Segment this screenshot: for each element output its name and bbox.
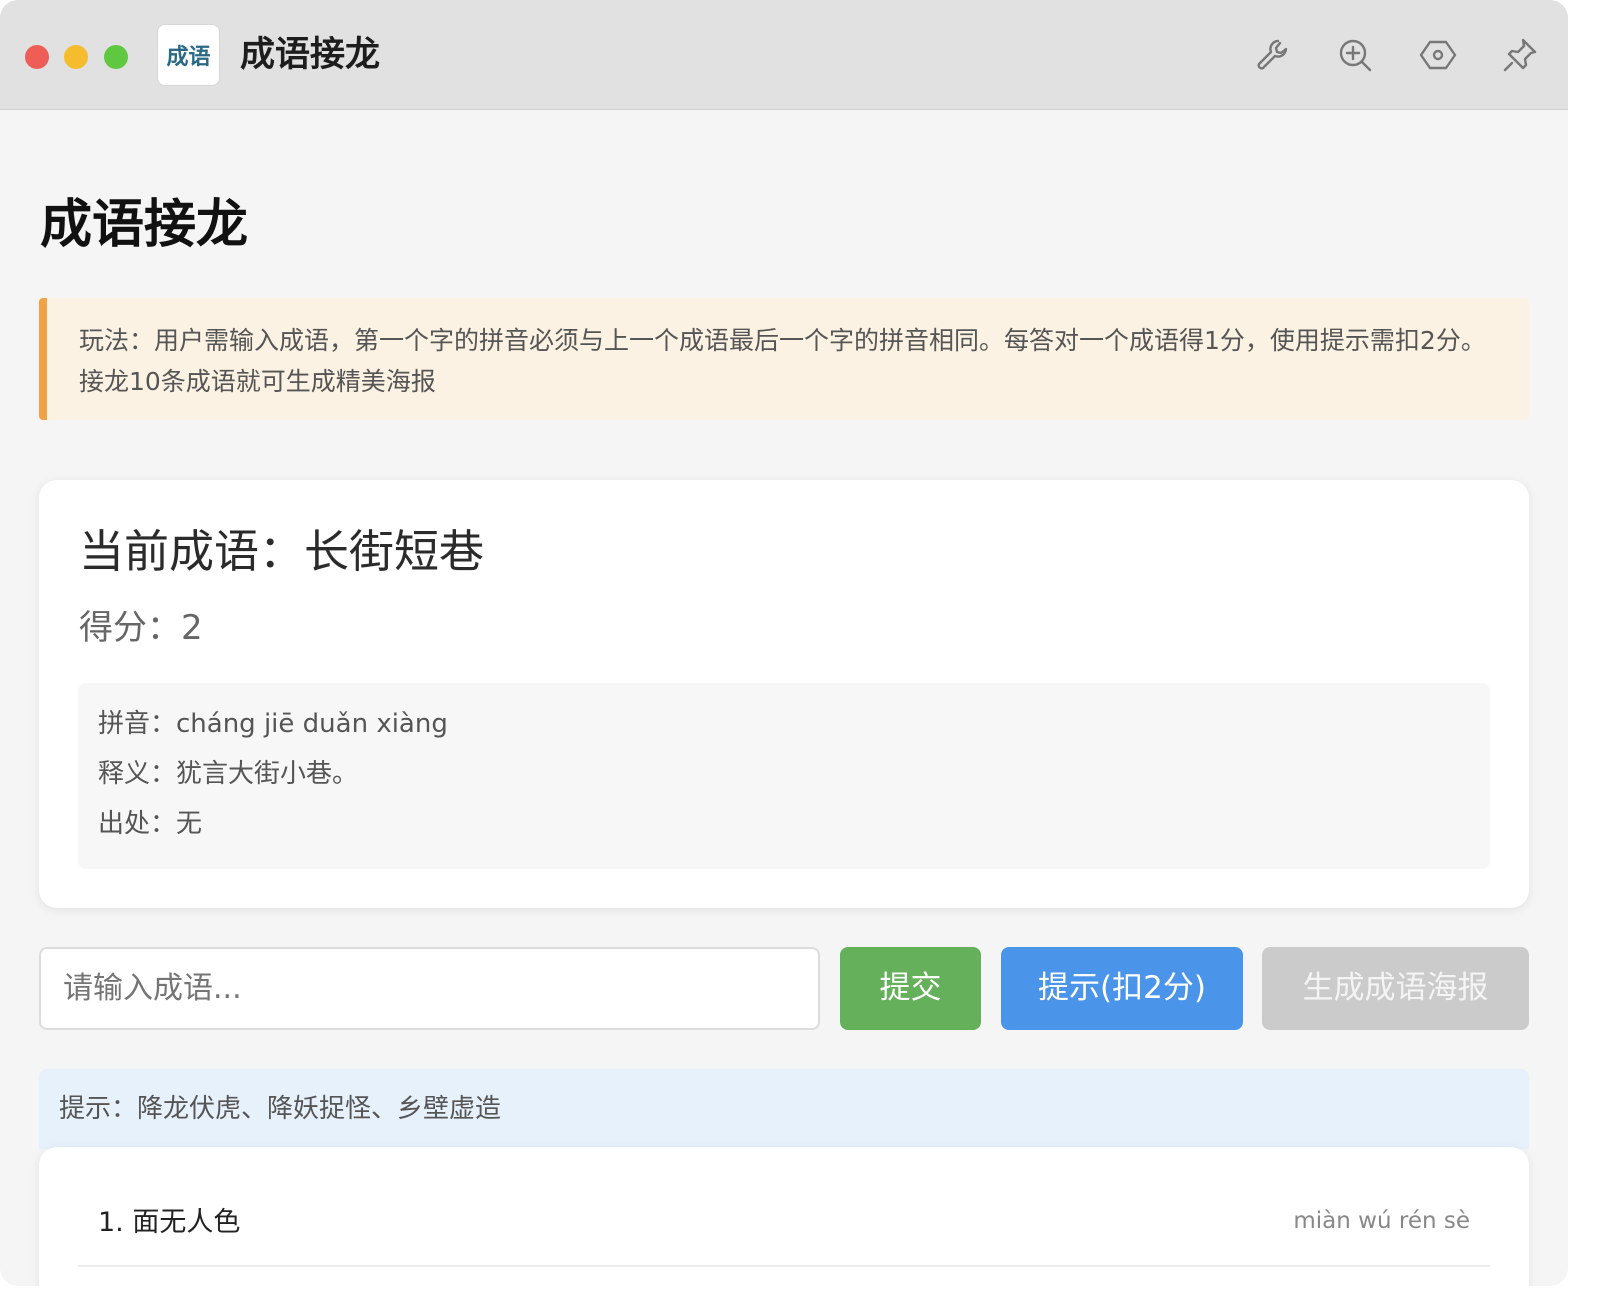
minimize-window-button[interactable] (64, 45, 88, 69)
pin-icon[interactable] (1500, 35, 1540, 75)
history-list: 1. 面无人色 miàn wú rén sè (39, 1147, 1529, 1286)
current-idiom: 当前成语：长街短巷 (79, 525, 485, 578)
pinyin-line: 拼音：cháng jiē duǎn xiàng (98, 709, 448, 739)
rules-notice: 玩法：用户需输入成语，第一个字的拼音必须与上一个成语最后一个字的拼音相同。每答对… (39, 298, 1529, 420)
title-bar: 成语 成语接龙 (0, 0, 1568, 110)
page-title: 成语接龙 (40, 195, 249, 255)
wrench-icon[interactable] (1253, 35, 1293, 75)
idiom-detail-panel: 拼音：cháng jiē duǎn xiàng 释义：犹言大街小巷。 出处：无 (78, 683, 1490, 869)
history-idiom: 1. 面无人色 (98, 1207, 241, 1238)
score-display: 得分：2 (79, 608, 203, 648)
app-logo-text: 成语 (166, 44, 211, 70)
source-line: 出处：无 (98, 809, 203, 839)
hexagon-settings-icon[interactable] (1418, 35, 1458, 75)
app-title: 成语接龙 (240, 35, 381, 75)
app-window: 成语 成语接龙 成语接龙 玩法：用户需输入成语，第一个字的拼音必须与上一个成语最… (0, 0, 1568, 1286)
list-item: 1. 面无人色 miàn wú rén sè (78, 1187, 1490, 1267)
app-logo: 成语 (157, 24, 220, 86)
meaning-line: 释义：犹言大街小巷。 (98, 759, 359, 789)
maximize-window-button[interactable] (104, 45, 128, 69)
close-window-button[interactable] (25, 45, 49, 69)
submit-button[interactable]: 提交 (840, 947, 981, 1030)
idiom-input[interactable] (39, 947, 820, 1030)
hint-result: 提示：降龙伏虎、降妖捉怪、乡壁虚造 (39, 1069, 1529, 1149)
zoom-in-icon[interactable] (1335, 35, 1375, 75)
hint-button[interactable]: 提示(扣2分) (1001, 947, 1243, 1030)
main-content: 成语接龙 玩法：用户需输入成语，第一个字的拼音必须与上一个成语最后一个字的拼音相… (0, 110, 1568, 1286)
history-pinyin: miàn wú rén sè (1293, 1208, 1470, 1234)
generate-poster-button[interactable]: 生成成语海报 (1262, 947, 1529, 1030)
current-idiom-card: 当前成语：长街短巷 得分：2 拼音：cháng jiē duǎn xiàng 释… (39, 480, 1529, 908)
